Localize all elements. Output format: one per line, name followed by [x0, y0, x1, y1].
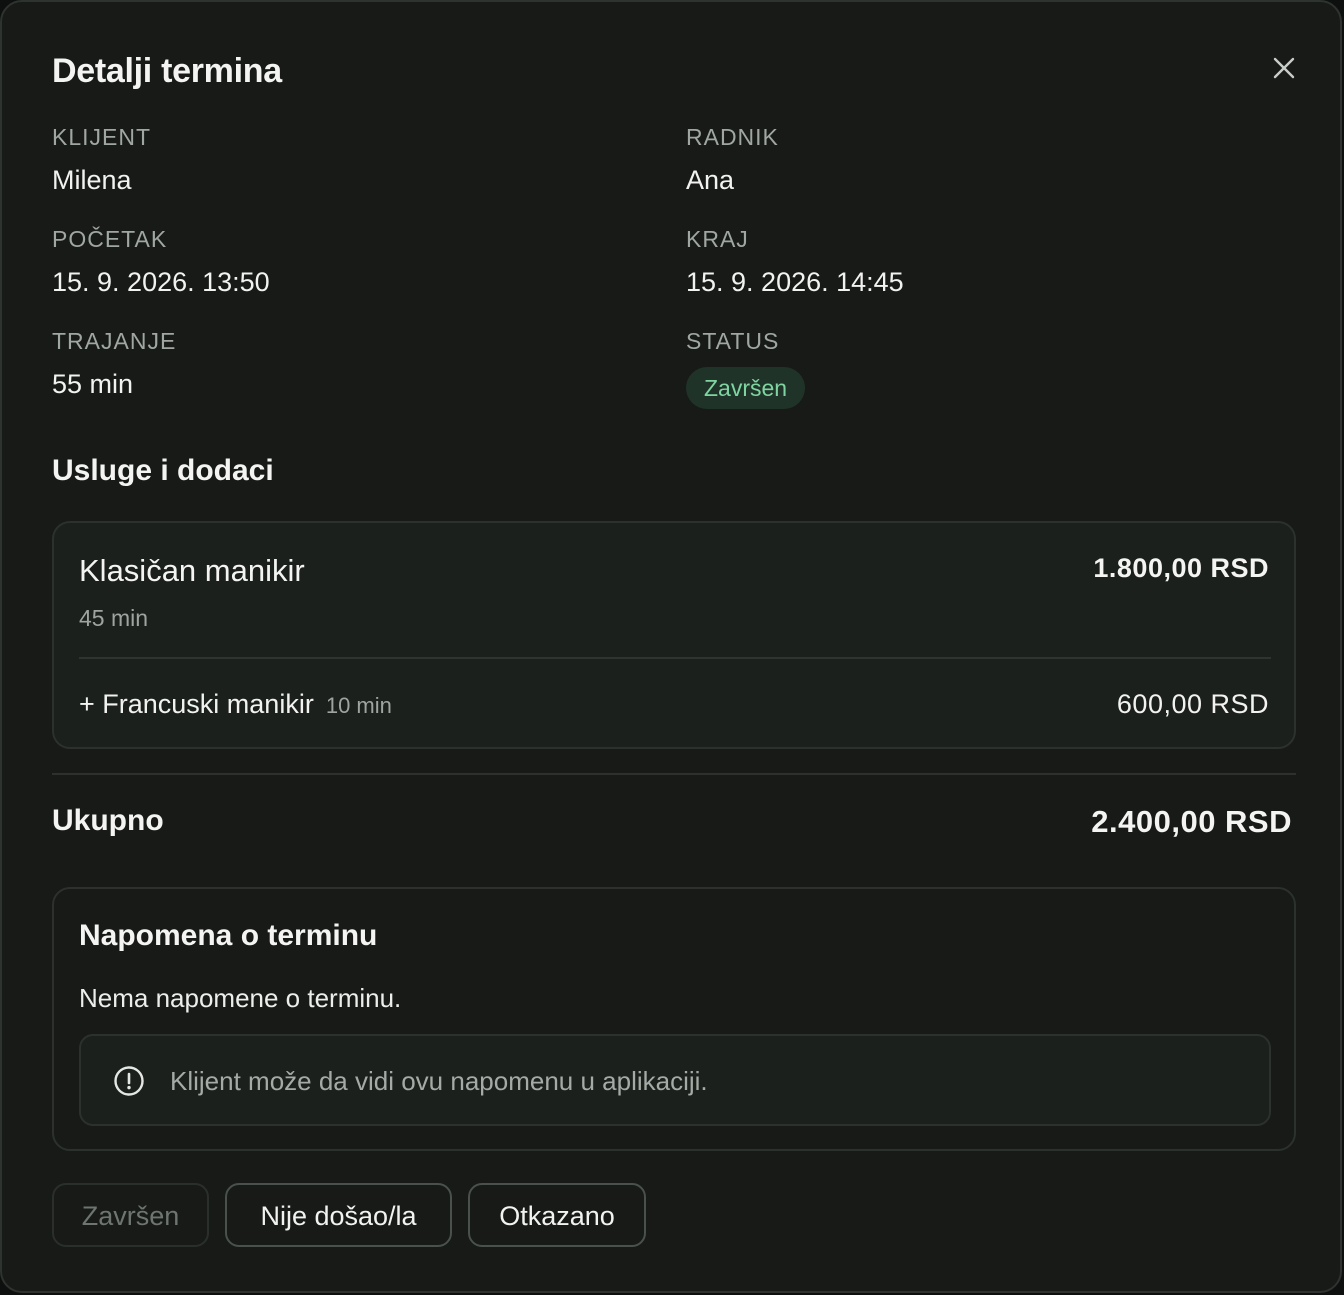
- service-price: 1.800,00 RSD: [1093, 553, 1269, 583]
- start-label: POČETAK: [52, 226, 168, 252]
- worker-value: Ana: [686, 165, 735, 195]
- close-button[interactable]: [1268, 52, 1300, 84]
- close-icon: [1268, 52, 1300, 84]
- note-visibility-info: Klijent može da vidi ovu napomenu u apli…: [170, 1066, 708, 1096]
- service-name: Klasičan manikir: [79, 553, 305, 588]
- services-section-title: Usluge i dodaci: [52, 454, 274, 487]
- modal-title: Detalji termina: [52, 52, 282, 90]
- info-circle-icon: [113, 1065, 145, 1097]
- addon-row: + Francuski manikir 10 min: [79, 689, 392, 720]
- mark-no-show-button[interactable]: Nije došao/la: [225, 1183, 452, 1247]
- note-card: Napomena o terminu Nema napomene o termi…: [52, 887, 1296, 1151]
- service-divider: [79, 657, 1271, 659]
- addon-name: + Francuski manikir: [79, 689, 314, 719]
- total-divider: [52, 773, 1296, 775]
- total-value: 2.400,00 RSD: [1091, 804, 1292, 839]
- worker-label: RADNIK: [686, 124, 779, 150]
- duration-label: TRAJANJE: [52, 328, 177, 354]
- client-value: Milena: [52, 165, 132, 195]
- note-text: Nema napomene o terminu.: [79, 983, 402, 1013]
- addon-duration: 10 min: [325, 693, 392, 718]
- services-card: Klasičan manikir 45 min 1.800,00 RSD + F…: [52, 521, 1296, 749]
- end-value: 15. 9. 2026. 14:45: [686, 267, 904, 297]
- addon-price: 600,00 RSD: [1116, 689, 1269, 719]
- start-value: 15. 9. 2026. 13:50: [52, 267, 270, 297]
- service-duration: 45 min: [79, 605, 149, 631]
- note-title: Napomena o terminu: [79, 919, 378, 952]
- total-label: Ukupno: [52, 804, 164, 837]
- note-info-box: Klijent može da vidi ovu napomenu u apli…: [79, 1034, 1271, 1126]
- client-label: KLIJENT: [52, 124, 152, 150]
- duration-value: 55 min: [52, 369, 134, 399]
- mark-cancelled-button[interactable]: Otkazano: [468, 1183, 646, 1247]
- status-badge: Završen: [686, 367, 806, 409]
- status-label: STATUS: [686, 328, 780, 354]
- mark-completed-button[interactable]: Završen: [52, 1183, 209, 1247]
- end-label: KRAJ: [686, 226, 749, 252]
- appointment-details-modal: Detalji termina KLIJENT Milena RADNIK An…: [0, 0, 1342, 1293]
